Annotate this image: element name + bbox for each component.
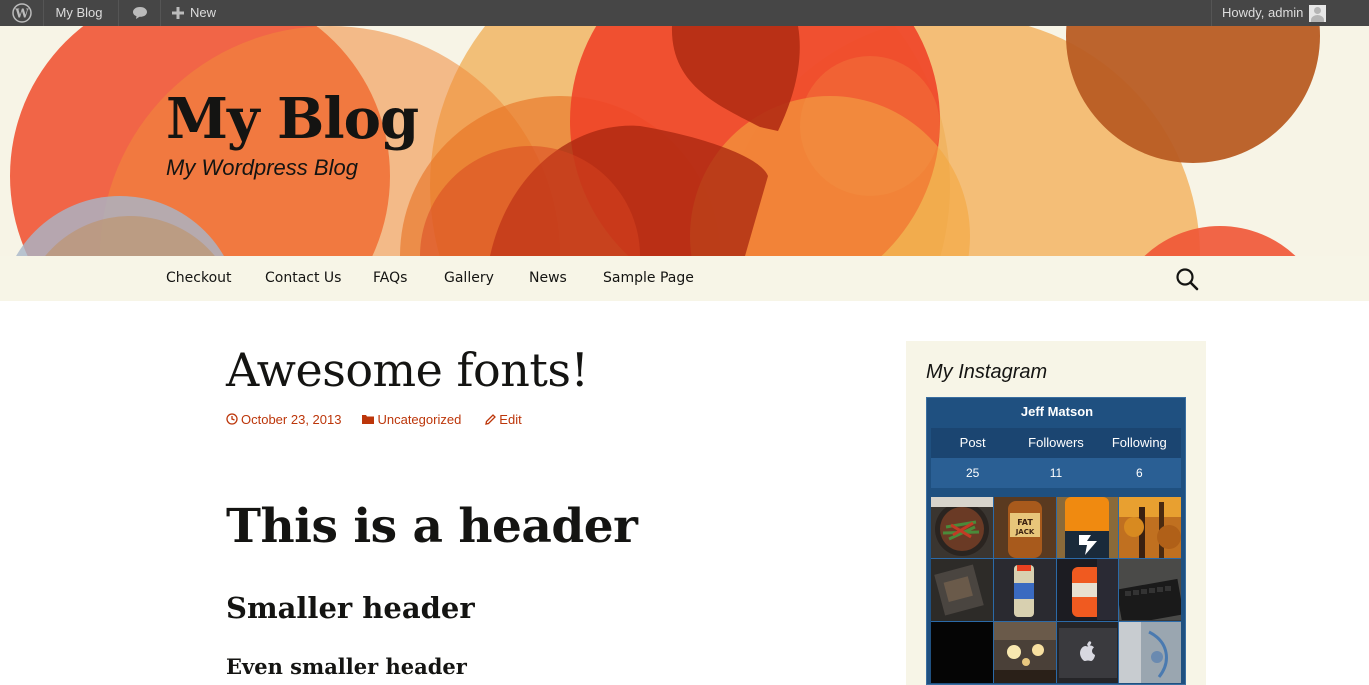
stats-values-row: 25 11 6 (931, 458, 1181, 488)
instagram-widget: Jeff Matson Post Followers Following 25 … (926, 397, 1186, 685)
post-date: October 23, 2013 (241, 411, 342, 427)
nav-item-faqs[interactable]: FAQs (373, 256, 407, 301)
pencil-icon (485, 413, 497, 425)
instagram-photo[interactable] (993, 621, 1056, 683)
instagram-photo-grid: FAT JACK (931, 497, 1181, 683)
instagram-photo[interactable] (1119, 559, 1181, 621)
instagram-photo[interactable] (1056, 559, 1119, 621)
avatar (1309, 4, 1327, 22)
clock-icon (226, 413, 238, 425)
main-navigation: Checkout Contact Us FAQs Gallery News Sa… (0, 256, 1369, 301)
instagram-photo[interactable] (931, 497, 993, 559)
svg-text:W: W (14, 7, 29, 21)
edit-post-link[interactable]: Edit (485, 410, 522, 428)
howdy-label: Howdy, admin (1222, 5, 1304, 20)
site-description: My Wordpress Blog (166, 155, 358, 180)
svg-text:JACK: JACK (1014, 528, 1034, 536)
instagram-photo[interactable] (1119, 497, 1181, 559)
stat-value-posts: 25 (965, 466, 980, 480)
wordpress-logo-icon[interactable]: W (0, 0, 44, 26)
sidebar: My Instagram Jeff Matson Post Followers … (906, 341, 1206, 685)
post-title[interactable]: Awesome fonts! (226, 340, 589, 400)
instagram-photo[interactable] (993, 559, 1056, 621)
stats-labels-row: Post Followers Following (931, 428, 1181, 458)
stat-label-following: Following (1111, 435, 1167, 450)
stat-value-followers: 11 (1049, 466, 1063, 480)
comment-bubble-icon (132, 7, 147, 19)
instagram-photo[interactable] (931, 559, 993, 621)
content-heading-2: Smaller header (226, 591, 475, 625)
edit-label: Edit (499, 411, 522, 427)
content-heading-3: Even smaller header (226, 654, 467, 679)
post-meta: October 23, 2013 Uncategorized Edit (226, 410, 522, 428)
stat-value-following: 6 (1135, 466, 1143, 480)
folder-icon (362, 415, 375, 424)
new-label: New (190, 5, 217, 20)
content-heading-1: This is a header (226, 499, 638, 554)
instagram-photo[interactable] (1056, 621, 1119, 683)
new-content-button[interactable]: New (161, 0, 233, 26)
instagram-photo[interactable] (1119, 621, 1181, 683)
admin-bar: W My Blog New Howdy, admin (0, 0, 1369, 26)
instagram-photo[interactable]: FAT JACK (993, 497, 1056, 559)
plus-icon (172, 7, 184, 19)
stat-label-followers: Followers (1028, 435, 1084, 450)
instagram-photo[interactable] (931, 621, 993, 683)
instagram-stats: Post Followers Following 25 11 6 (931, 428, 1181, 488)
site-header: My Blog My Wordpress Blog (0, 26, 1369, 256)
site-title[interactable]: My Blog (166, 84, 419, 154)
nav-item-sample-page[interactable]: Sample Page (603, 256, 694, 301)
comments-button[interactable] (119, 0, 161, 26)
admin-site-link[interactable]: My Blog (44, 0, 119, 26)
nav-item-gallery[interactable]: Gallery (444, 256, 494, 301)
post-category: Uncategorized (377, 411, 462, 427)
widget-title: My Instagram (926, 361, 1048, 383)
instagram-username[interactable]: Jeff Matson (927, 404, 1187, 419)
my-account-menu[interactable]: Howdy, admin (1211, 0, 1369, 26)
instagram-photo[interactable] (1056, 497, 1119, 559)
search-icon[interactable] (1175, 267, 1199, 291)
post-date-link[interactable]: October 23, 2013 (226, 410, 341, 428)
svg-text:FAT: FAT (1017, 518, 1033, 527)
nav-item-contact-us[interactable]: Contact Us (265, 256, 341, 301)
nav-item-news[interactable]: News (529, 256, 567, 301)
nav-item-checkout[interactable]: Checkout (166, 256, 232, 301)
stat-label-posts: Post (959, 435, 986, 450)
post-category-link[interactable]: Uncategorized (362, 410, 461, 428)
